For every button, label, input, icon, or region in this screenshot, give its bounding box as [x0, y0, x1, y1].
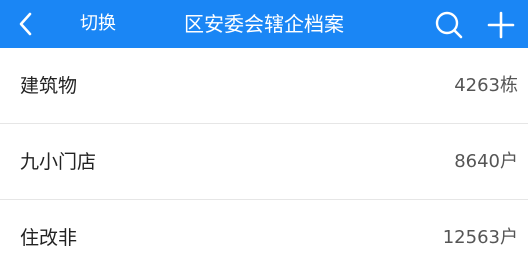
top-app-bar: 切换 区安委会辖企档案	[0, 0, 528, 48]
list-item-count: 4263栋	[454, 75, 518, 96]
search-button[interactable]	[432, 8, 466, 42]
list-item-small-shops[interactable]: 九小门店 8640户	[0, 124, 528, 200]
plus-icon	[487, 11, 515, 39]
list-item-label: 住改非	[20, 227, 78, 249]
list-item-label: 建筑物	[20, 75, 78, 97]
switch-button[interactable]: 切换	[80, 0, 116, 48]
list-item-residential-converted[interactable]: 住改非 12563户	[0, 200, 528, 276]
list-item-label: 九小门店	[20, 151, 97, 173]
chevron-left-icon	[19, 12, 32, 36]
search-icon	[435, 11, 463, 39]
back-button[interactable]	[10, 8, 42, 40]
list-item-count: 12563户	[442, 227, 518, 248]
archive-list: 建筑物 4263栋 九小门店 8640户 住改非 12563户	[0, 48, 528, 276]
list-item-count: 8640户	[454, 151, 518, 172]
list-item-buildings[interactable]: 建筑物 4263栋	[0, 48, 528, 124]
add-button[interactable]	[484, 8, 518, 42]
